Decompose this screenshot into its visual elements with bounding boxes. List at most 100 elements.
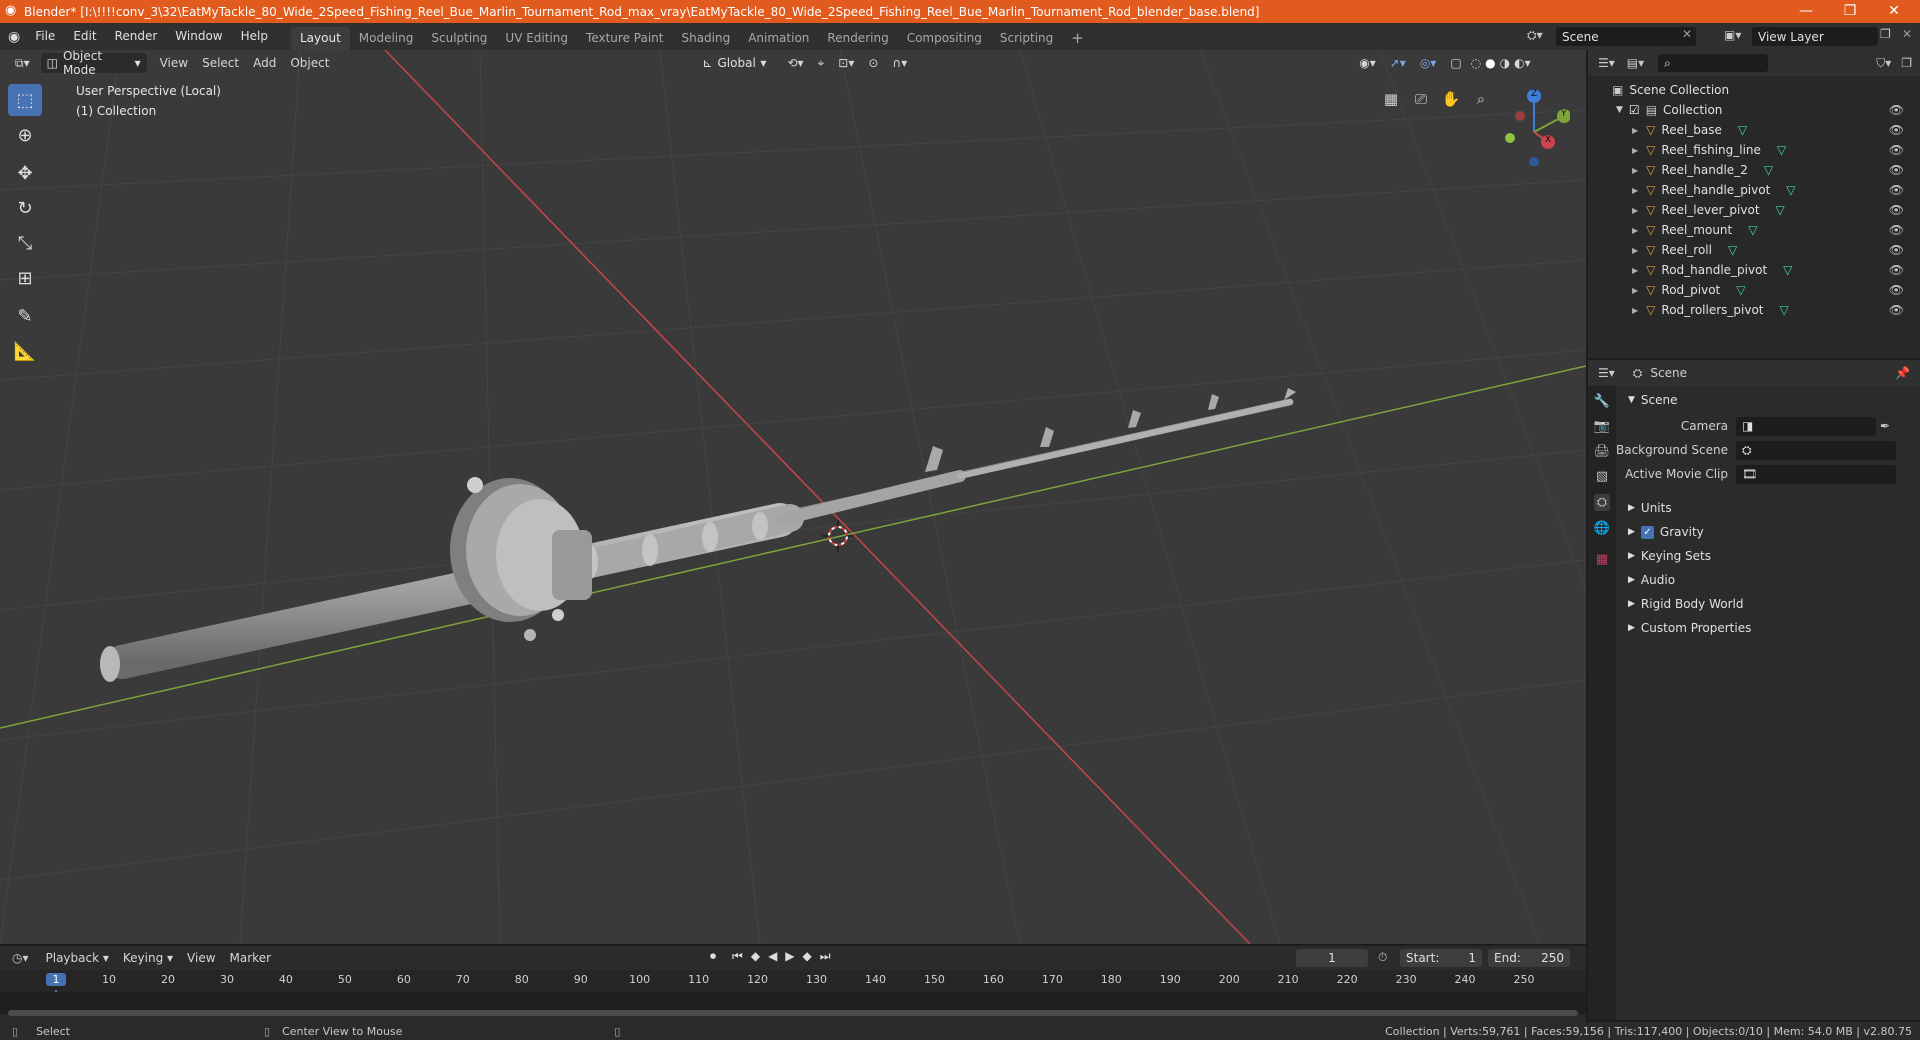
annotate-tool-icon[interactable]: ✎ [8, 300, 42, 332]
audio-section[interactable]: ▶ Audio [1616, 568, 1920, 592]
expand-arrow-icon[interactable]: ▶ [1632, 146, 1638, 155]
measure-tool-icon[interactable]: 📐 [8, 335, 42, 367]
tab-scripting[interactable]: Scripting [991, 27, 1062, 50]
mesh-data-icon[interactable]: ▽ [1786, 183, 1795, 197]
outliner-object-row[interactable]: ▶ ▽ Reel_base ▽ 👁 [1588, 120, 1920, 140]
expand-arrow-icon[interactable]: ▶ [1632, 126, 1638, 135]
eye-icon[interactable]: 👁 [1889, 303, 1904, 317]
mesh-data-icon[interactable]: ▽ [1728, 243, 1737, 257]
eye-icon[interactable]: 👁 [1889, 123, 1904, 137]
outliner-object-row[interactable]: ▶ ▽ Reel_roll ▽ 👁 [1588, 240, 1920, 260]
mesh-data-icon[interactable]: ▽ [1776, 203, 1785, 217]
prev-keyframe-icon[interactable]: ◆ [751, 949, 760, 964]
xray-toggle-icon[interactable]: ▢ [1443, 52, 1468, 74]
jump-start-icon[interactable]: ⏮ [732, 949, 743, 964]
clock-icon[interactable]: ⏱ [1378, 950, 1387, 965]
rotate-tool-icon[interactable]: ↻ [8, 192, 42, 224]
outliner-object-row[interactable]: ▶ ▽ Rod_pivot ▽ 👁 [1588, 280, 1920, 300]
eye-icon[interactable]: 👁 [1889, 263, 1904, 277]
view-layer-close-icon[interactable]: ✕ [1902, 27, 1912, 41]
outliner-object-row[interactable]: ▶ ▽ Reel_handle_2 ▽ 👁 [1588, 160, 1920, 180]
shading-solid-icon[interactable]: ● [1483, 52, 1497, 74]
render-tab-icon[interactable]: 📷 [1594, 419, 1610, 434]
record-icon[interactable]: ⏺ [710, 949, 716, 964]
tab-layout[interactable]: Layout [290, 27, 350, 50]
play-icon[interactable]: ▶ [785, 949, 794, 964]
mesh-data-icon[interactable]: ▽ [1748, 223, 1757, 237]
select-box-tool-icon[interactable]: ⬚ [8, 84, 42, 116]
play-reverse-icon[interactable]: ◀ [768, 949, 777, 964]
output-tab-icon[interactable]: 🖨 [1594, 444, 1611, 459]
checkbox-icon[interactable]: ☑ [1629, 103, 1640, 117]
pivot-point-icon[interactable]: ⟲▾ [780, 52, 810, 74]
expand-arrow-icon[interactable]: ▼ [1616, 105, 1623, 115]
menu-render[interactable]: Render [106, 23, 167, 50]
units-section[interactable]: ▶ Units [1616, 496, 1920, 520]
expand-arrow-icon[interactable]: ▶ [1632, 266, 1638, 275]
scene-close-icon[interactable]: ✕ [1682, 27, 1692, 41]
timeline-menu-marker[interactable]: Marker [223, 947, 278, 969]
next-keyframe-icon[interactable]: ◆ [803, 949, 812, 964]
outliner-object-row[interactable]: ▶ ▽ Reel_mount ▽ 👁 [1588, 220, 1920, 240]
viewport-menu-select[interactable]: Select [195, 52, 246, 74]
viewport-menu-object[interactable]: Object [283, 52, 336, 74]
snap-icon[interactable]: ⌖ [811, 52, 832, 74]
transform-orientation-dropdown[interactable]: ⊾ Global ▾ [696, 53, 772, 73]
expand-arrow-icon[interactable]: ▶ [1632, 306, 1638, 315]
proportional-edit-icon[interactable]: ⊙ [861, 52, 885, 74]
eye-icon[interactable]: 👁 [1889, 103, 1904, 117]
active-movie-clip-field[interactable]: 🎞 [1736, 464, 1896, 484]
tab-uv-editing[interactable]: UV Editing [496, 27, 577, 50]
expand-arrow-icon[interactable]: ▶ [1632, 226, 1638, 235]
playhead-frame-indicator[interactable]: 1 [46, 973, 66, 986]
outliner-scene-collection[interactable]: ▣ Scene Collection [1588, 80, 1920, 100]
navigation-gizmo[interactable]: Z Y X [1490, 86, 1571, 167]
eye-icon[interactable]: 👁 [1889, 183, 1904, 197]
expand-arrow-icon[interactable]: ▶ [1632, 166, 1638, 175]
outliner-object-row[interactable]: ▶ ▽ Reel_lever_pivot ▽ 👁 [1588, 200, 1920, 220]
restore-icon[interactable]: ❐ [1830, 0, 1870, 23]
keying-sets-section[interactable]: ▶ Keying Sets [1616, 544, 1920, 568]
timeline-scrollbar[interactable] [8, 1010, 1578, 1016]
outliner-object-row[interactable]: ▶ ▽ Reel_fishing_line ▽ 👁 [1588, 140, 1920, 160]
display-mode-icon[interactable]: ▤▾ [1627, 56, 1644, 70]
gravity-checkbox[interactable]: ✓ [1640, 525, 1654, 539]
outliner-object-row[interactable]: ▶ ▽ Reel_handle_pivot ▽ 👁 [1588, 180, 1920, 200]
view-layer-field[interactable]: View Layer [1752, 27, 1878, 46]
outliner-search-input[interactable]: ⌕ [1658, 54, 1769, 72]
perspective-toggle-icon[interactable]: ▦ [1378, 86, 1404, 112]
eye-icon[interactable]: 👁 [1889, 243, 1904, 257]
shading-wireframe-icon[interactable]: ◌ [1469, 52, 1483, 74]
editor-type-icon[interactable]: ⧉▾ [8, 52, 37, 74]
expand-arrow-icon[interactable]: ▶ [1632, 206, 1638, 215]
tab-shading[interactable]: Shading [672, 27, 739, 50]
frame-ruler[interactable]: 1 10 20 30 40 50 60 70 80 90 100 110 120 130 140 150 160… [0, 970, 1586, 1014]
scene-tab-icon[interactable]: ⛭ [1593, 494, 1611, 511]
outliner-object-row[interactable]: ▶ ▽ Rod_rollers_pivot ▽ 👁 [1588, 300, 1920, 320]
custom-properties-section[interactable]: ▶ Custom Properties [1616, 616, 1920, 640]
mesh-data-icon[interactable]: ▽ [1736, 283, 1745, 297]
tab-compositing[interactable]: Compositing [898, 27, 991, 50]
pan-hand-icon[interactable]: ✋ [1438, 86, 1464, 112]
cursor-tool-icon[interactable]: ⊕ [8, 119, 42, 151]
scene-selector-icon[interactable]: ⛭▾ [1527, 28, 1543, 43]
tab-animation[interactable]: Animation [739, 27, 818, 50]
viewport-menu-add[interactable]: Add [246, 52, 283, 74]
mesh-data-icon[interactable]: ▽ [1783, 263, 1792, 277]
jump-end-icon[interactable]: ⏭ [820, 949, 831, 964]
close-icon[interactable]: ✕ [1874, 0, 1914, 23]
expand-arrow-icon[interactable]: ▶ [1632, 286, 1638, 295]
viewport-menu-view[interactable]: View [153, 52, 195, 74]
zoom-icon[interactable]: ⌕ [1468, 86, 1494, 112]
end-frame-field[interactable]: End: 250 [1488, 949, 1570, 967]
mesh-data-icon[interactable]: ▽ [1764, 163, 1773, 177]
expand-arrow-icon[interactable]: ▶ [1632, 186, 1638, 195]
eye-icon[interactable]: 👁 [1889, 143, 1904, 157]
visibility-icon[interactable]: ◉▾ [1352, 52, 1383, 74]
shading-rendered-icon[interactable]: ◐▾ [1512, 52, 1533, 74]
timeline-menu-view[interactable]: View [180, 947, 222, 969]
eye-icon[interactable]: 👁 [1889, 163, 1904, 177]
mesh-data-icon[interactable]: ▽ [1780, 303, 1789, 317]
gizmo-toggle-icon[interactable]: ➚▾ [1383, 52, 1413, 74]
start-frame-field[interactable]: Start: 1 [1400, 949, 1482, 967]
